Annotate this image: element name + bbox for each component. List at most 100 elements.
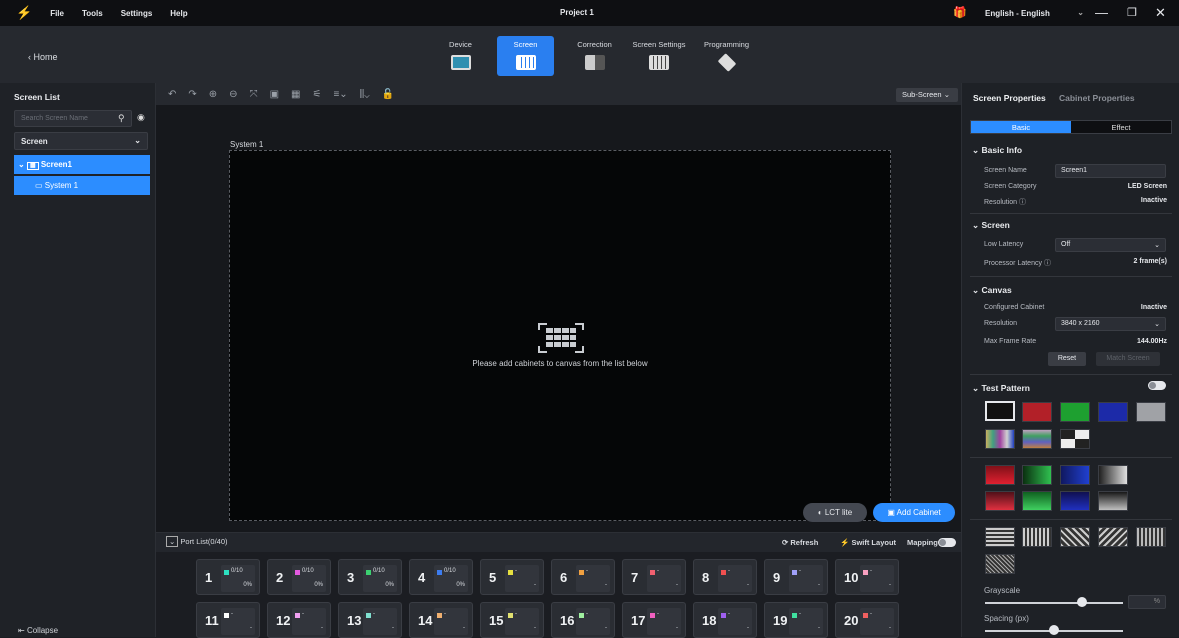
collapse-button[interactable]: ⇤ Collapse [18,626,58,635]
mapping-toggle[interactable] [938,538,956,547]
pattern-gray-vgradient[interactable] [1098,491,1128,511]
info-icon[interactable]: ⓘ [1044,260,1051,267]
grayscale-percent[interactable]: % [1128,595,1166,609]
pattern-green[interactable] [1060,402,1090,422]
port-card[interactable]: 9-- [764,559,828,595]
port-card[interactable]: 15- - [480,602,544,638]
grayscale-slider[interactable] [985,602,1123,604]
port-card[interactable]: 8-- [693,559,757,595]
pattern-blue[interactable] [1098,402,1128,422]
home-button[interactable]: ‹ Home [28,52,58,62]
port-card[interactable]: 11- - [196,602,260,638]
port-card[interactable]: 12- - [267,602,331,638]
eye-icon[interactable]: ◉ [137,112,145,123]
align-icon[interactable]: ≡⌄ [333,89,347,100]
port-card[interactable]: 7-- [622,559,686,595]
minimize-icon[interactable]: — [1095,5,1108,20]
pattern-red[interactable] [1022,402,1052,422]
port-card[interactable]: 2 0/10 0% [267,559,331,595]
pattern-green-vgradient[interactable] [1022,491,1052,511]
swift-layout-button[interactable]: ⚡ Swift Layout [840,538,896,547]
pattern-vlines[interactable] [1022,527,1052,547]
test-pattern-section[interactable]: ⌄ Test Pattern [972,383,1030,394]
port-card[interactable]: 3 0/10 0% [338,559,402,595]
port-card[interactable]: 20- - [835,602,899,638]
port-card[interactable]: 10- - [835,559,899,595]
tab-correction[interactable]: Correction [566,36,623,76]
redo-icon[interactable]: ↷ [188,89,196,100]
undo-icon[interactable]: ↶ [168,89,176,100]
port-card[interactable]: 18- - [693,602,757,638]
tree-item-screen1[interactable]: ⌄ ▦ Screen1 [14,155,150,174]
pattern-blue-gradient[interactable] [1060,465,1090,485]
tab-programming[interactable]: Programming [698,36,755,76]
zoom-out-icon[interactable]: ⊖ [229,89,237,100]
pattern-green-gradient[interactable] [1022,465,1052,485]
port-card[interactable]: 1 0/10 0% [196,559,260,595]
canvas-section[interactable]: ⌄ Canvas [972,285,1012,296]
lct-lite-button[interactable]: ◐ LCT lite [803,503,867,522]
screen-section[interactable]: ⌄ Screen [972,220,1010,231]
distribute-icon[interactable]: ⫼⌄ [360,89,370,100]
spacing-slider-handle[interactable] [1049,625,1059,635]
unlock-icon[interactable]: 🔓 [382,89,394,100]
tab-screen[interactable]: Screen [497,36,554,76]
test-pattern-toggle[interactable] [1148,381,1166,390]
pattern-diag-right[interactable] [1060,527,1090,547]
pattern-grid[interactable] [1136,527,1166,547]
port-card[interactable]: 6-- [551,559,615,595]
tab-screen-properties[interactable]: Screen Properties [973,93,1046,103]
tab-cabinet-properties[interactable]: Cabinet Properties [1059,93,1135,103]
frame-icon[interactable]: ▣ [270,89,279,100]
menu-help[interactable]: Help [170,9,187,18]
match-screen-button[interactable]: Match Screen [1096,352,1160,366]
fit-icon[interactable]: ⤧ [250,89,258,100]
gift-icon[interactable]: 🎁 [953,6,967,19]
table-icon[interactable]: ▦ [291,89,300,100]
port-card[interactable]: 16- - [551,602,615,638]
tab-device[interactable]: Device [432,36,489,76]
seg-effect[interactable]: Effect [1071,121,1171,133]
restore-icon[interactable]: ❐ [1127,6,1137,19]
port-card[interactable]: 14- - [409,602,473,638]
pattern-blue-vgradient[interactable] [1060,491,1090,511]
low-latency-select[interactable]: Off ⌄ [1055,238,1166,252]
pattern-red-gradient[interactable] [985,465,1015,485]
port-card[interactable]: 4 0/10 0% [409,559,473,595]
subscreen-select[interactable]: Sub-Screen ⌄ [896,88,958,102]
link-icon[interactable]: ⚟ [312,89,321,100]
basic-info-section[interactable]: ⌄ Basic Info [972,145,1022,156]
pattern-hlines[interactable] [985,527,1015,547]
tab-screen-settings[interactable]: Screen Settings [630,36,688,76]
zoom-in-icon[interactable]: ⊕ [209,89,217,100]
search-icon[interactable]: ⚲ [118,113,125,124]
info-icon[interactable]: ⓘ [1019,199,1026,206]
port-card[interactable]: 17- - [622,602,686,638]
grayscale-slider-handle[interactable] [1076,597,1087,607]
canvas-resolution-select[interactable]: 3840 x 2160 ⌄ [1055,317,1166,331]
screen-search-input[interactable]: Search Screen Name [14,110,132,127]
add-cabinet-button[interactable]: ▣ Add Cabinet [873,503,955,522]
menu-file[interactable]: File [50,9,64,18]
reset-button[interactable]: Reset [1048,352,1086,366]
pattern-black[interactable] [985,401,1015,421]
pattern-color-bars[interactable] [985,429,1015,449]
port-card[interactable]: 19- - [764,602,828,638]
pattern-checker[interactable] [1060,429,1090,449]
pattern-diag-left[interactable] [1098,527,1128,547]
menu-settings[interactable]: Settings [121,9,153,18]
pattern-gray[interactable] [1136,402,1166,422]
port-card[interactable]: 5-- [480,559,544,595]
refresh-button[interactable]: ⟳ Refresh [782,538,818,547]
port-list-toggle[interactable]: ⌄ Port List(0/40) [166,536,228,547]
seg-basic[interactable]: Basic [971,121,1071,133]
pattern-color-stripes[interactable] [1022,429,1052,449]
port-card[interactable]: 13- - [338,602,402,638]
pattern-crosshatch[interactable] [985,554,1015,574]
pattern-gray-gradient[interactable] [1098,465,1128,485]
language-select[interactable]: English - English ⌄ [970,0,1084,26]
tree-item-system1[interactable]: ▭ System 1 [14,176,150,195]
screen-type-select[interactable]: Screen ⌄ [14,132,148,150]
menu-tools[interactable]: Tools [82,9,103,18]
pattern-red-vgradient[interactable] [985,491,1015,511]
